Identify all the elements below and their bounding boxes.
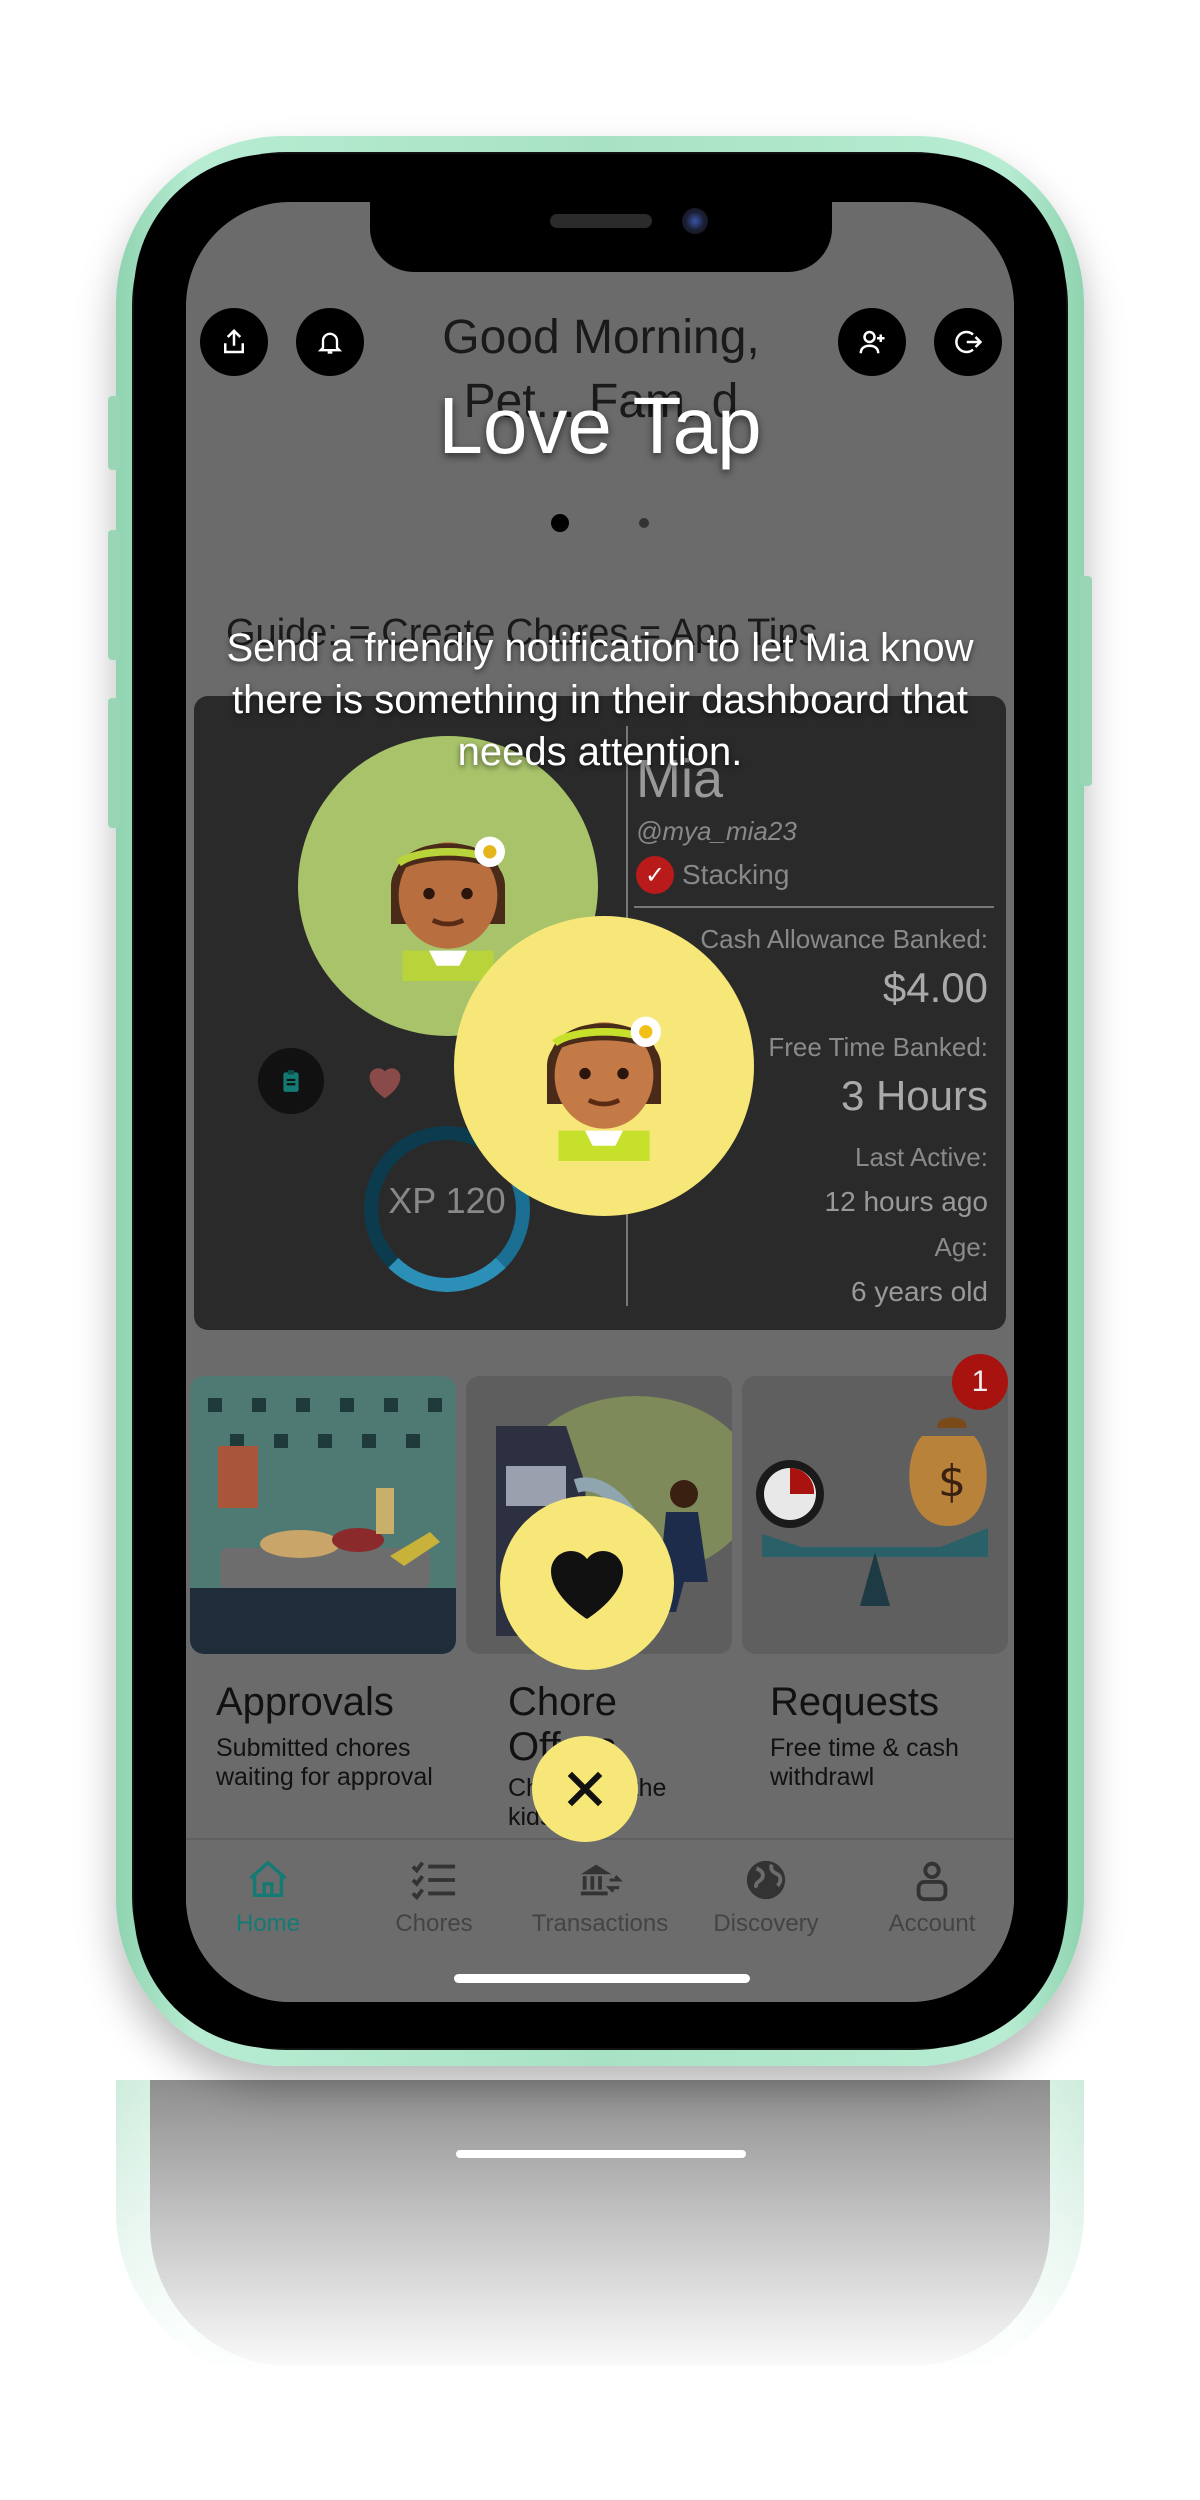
bank-transfer-icon	[580, 1864, 623, 1896]
overlay-description: Send a friendly notification to let Mia …	[226, 626, 974, 774]
globe-icon	[746, 1860, 786, 1900]
tab-chores-label: Chores	[395, 1910, 473, 1937]
balance-scale-illustration-icon: $	[742, 1376, 1008, 1654]
home-indicator[interactable]	[454, 1974, 750, 1983]
logout-icon	[955, 330, 983, 354]
cash-value: $4.00	[882, 964, 988, 1011]
volume-up-button	[108, 530, 120, 660]
close-icon	[567, 1771, 603, 1807]
heart-icon	[369, 1068, 401, 1099]
power-button	[1080, 576, 1092, 786]
tab-discovery-label: Discovery	[713, 1910, 819, 1937]
tab-chores[interactable]: Chores	[354, 1850, 514, 1938]
share-icon	[224, 328, 244, 354]
card-rule	[634, 906, 994, 908]
phone-reflection	[116, 2080, 1084, 2380]
speaker-grille	[550, 214, 652, 228]
overlay-title: Love Tap	[438, 381, 762, 470]
svg-text:$: $	[938, 1456, 966, 1507]
tab-discovery[interactable]: Discovery	[686, 1850, 846, 1938]
love-tap-button[interactable]	[500, 1496, 674, 1670]
kid-status-label: Stacking	[682, 859, 790, 890]
add-member-button[interactable]	[838, 308, 906, 376]
reflection-screen	[150, 2080, 1050, 2366]
home-icon	[249, 1860, 287, 1898]
tab-home-label: Home	[235, 1910, 301, 1937]
person-icon	[916, 1861, 948, 1902]
reflection-home-indicator	[456, 2150, 746, 2158]
requests-tile[interactable]: $	[742, 1376, 1008, 1654]
cash-label: Cash Allowance Banked:	[700, 924, 988, 954]
requests-subtitle: Free time & cash withdrawl	[770, 1734, 959, 1791]
requests-count-badge: 1	[952, 1354, 1008, 1410]
age-value: 6 years old	[851, 1276, 988, 1307]
page-dot[interactable]	[639, 518, 649, 528]
phone-notch	[370, 200, 832, 272]
approvals-title: Approvals	[216, 1680, 394, 1724]
close-overlay-button[interactable]	[532, 1736, 638, 1842]
highlighted-kid-avatar[interactable]	[454, 916, 754, 1216]
clipboard-icon	[283, 1070, 299, 1092]
front-camera	[682, 208, 708, 234]
mute-switch	[108, 396, 120, 470]
page-dot-active[interactable]	[551, 514, 569, 532]
time-value: 3 Hours	[840, 1072, 988, 1119]
xp-value: XP 120	[388, 1180, 506, 1221]
add-person-icon	[859, 330, 885, 354]
last-active-label: Last Active:	[855, 1142, 988, 1172]
tab-account-label: Account	[888, 1910, 976, 1937]
logout-button[interactable]	[934, 308, 1002, 376]
chores-shortcut-button[interactable]	[258, 1048, 324, 1114]
bell-icon	[317, 332, 343, 354]
time-label: Free Time Banked:	[768, 1032, 988, 1062]
last-active-value: 12 hours ago	[824, 1186, 988, 1217]
volume-down-button	[108, 698, 120, 828]
phone-screen: Good Morning, Pet... Fam..d Guide: = Cre…	[186, 202, 1014, 2002]
kid-status: ✓ Stacking	[636, 856, 789, 894]
tab-account[interactable]: Account	[852, 1850, 1012, 1938]
kid-handle: @mya_mia23	[636, 816, 797, 846]
approvals-tile[interactable]	[190, 1376, 456, 1654]
tab-transactions-label: Transactions	[531, 1910, 669, 1937]
requests-title: Requests	[770, 1680, 939, 1724]
approvals-subtitle: Submitted chores waiting for approval	[216, 1734, 433, 1791]
share-button[interactable]	[200, 308, 268, 376]
page-indicator	[186, 514, 1014, 532]
heart-icon	[551, 1551, 623, 1619]
check-badge-icon: ✓	[636, 856, 674, 894]
kitchen-illustration-icon	[190, 1376, 456, 1654]
age-label: Age:	[934, 1232, 989, 1262]
love-tap-shortcut-button[interactable]	[352, 1048, 418, 1114]
tab-home[interactable]: Home	[188, 1850, 348, 1938]
notifications-button[interactable]	[296, 308, 364, 376]
kid-avatar-icon	[547, 1016, 661, 1161]
tab-transactions[interactable]: Transactions	[520, 1850, 680, 1938]
checklist-icon	[411, 1861, 456, 1901]
